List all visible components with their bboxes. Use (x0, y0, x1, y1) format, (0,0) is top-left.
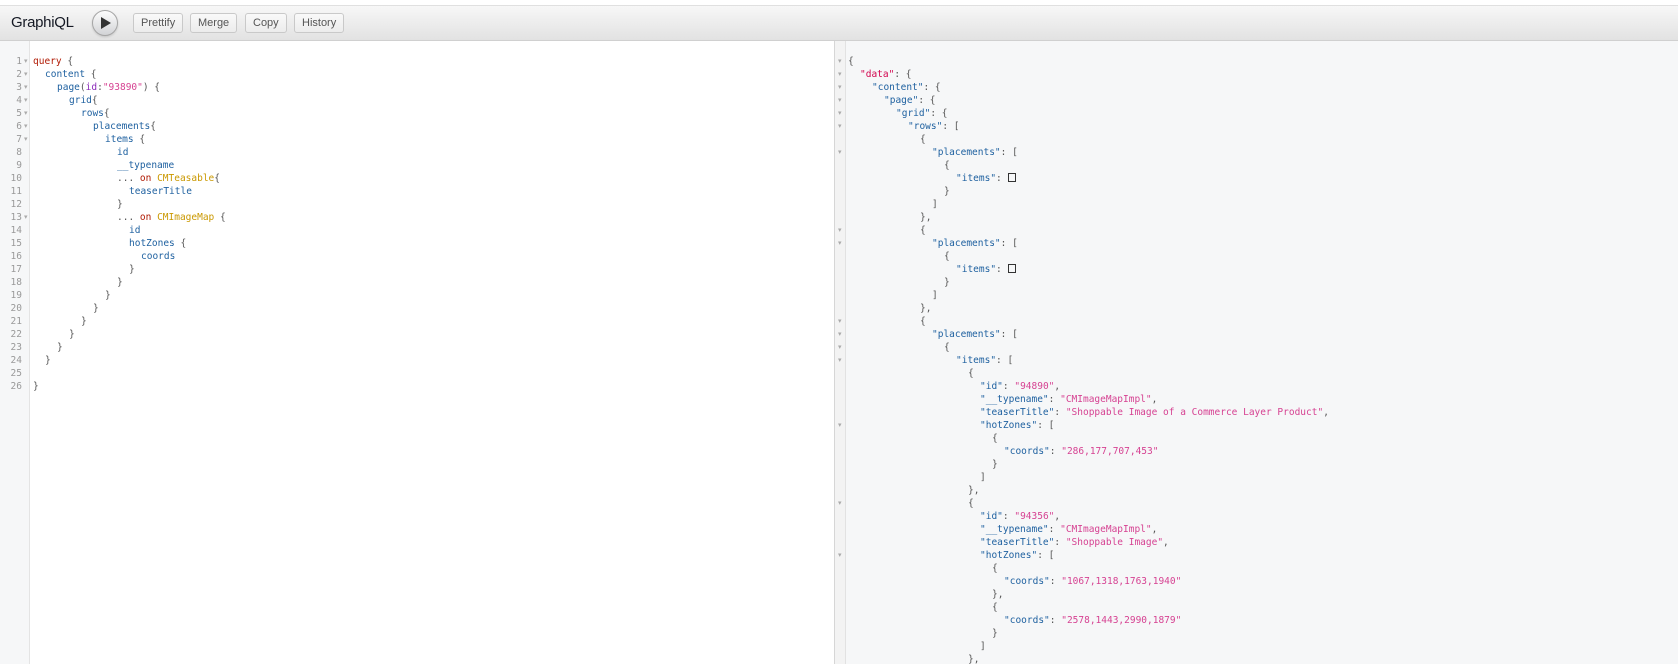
fold-arrow-icon[interactable]: ▾ (838, 341, 842, 354)
fold-arrow-icon[interactable]: ▾ (24, 81, 28, 94)
fold-arrow-icon[interactable]: ▾ (838, 419, 842, 432)
fold-arrow-icon[interactable]: ▾ (838, 237, 842, 250)
on-keyword: on (139, 173, 152, 184)
toolbar: GraphiQL Prettify Merge Copy History (0, 5, 1678, 41)
line-number: 12 (10, 199, 22, 210)
fold-arrow-icon[interactable]: ▾ (24, 107, 28, 120)
field-items: items (105, 134, 134, 145)
line-number: 3 (16, 82, 22, 93)
copy-button[interactable]: Copy (245, 13, 287, 33)
arg-id: id (85, 82, 98, 93)
fold-arrow-icon[interactable]: ▾ (838, 55, 842, 68)
fold-arrow-icon[interactable]: ▾ (838, 120, 842, 133)
line-number: 22 (10, 329, 22, 340)
on-keyword: on (139, 212, 152, 223)
fold-arrow-icon[interactable]: ▾ (24, 133, 28, 146)
fold-arrow-icon[interactable]: ▾ (838, 146, 842, 159)
line-number: 9 (16, 160, 22, 171)
line-number: 20 (10, 303, 22, 314)
line-number: 4 (16, 95, 22, 106)
prettify-button[interactable]: Prettify (133, 13, 184, 33)
result-viewer (846, 41, 1678, 664)
line-number: 18 (10, 277, 22, 288)
line-number: 8 (16, 147, 22, 158)
line-number: 15 (10, 238, 22, 249)
line-number: 13 (10, 212, 22, 223)
line-number: 10 (10, 173, 22, 184)
fold-arrow-icon[interactable]: ▾ (24, 94, 28, 107)
line-number: 5 (16, 108, 22, 119)
fold-arrow-icon[interactable]: ▾ (838, 107, 842, 120)
field-teasertitle: teaserTitle (129, 186, 192, 197)
fold-arrow-icon[interactable]: ▾ (838, 81, 842, 94)
fold-arrow-icon[interactable]: ▾ (838, 224, 842, 237)
field-id: id (117, 147, 129, 158)
fold-arrow-icon[interactable]: ▾ (24, 68, 28, 81)
merge-button[interactable]: Merge (190, 13, 238, 33)
fold-arrow-icon[interactable]: ▾ (838, 328, 842, 341)
fold-arrow-icon[interactable]: ▾ (24, 120, 28, 133)
field-typename: __typename (117, 160, 175, 171)
line-number: 23 (10, 342, 22, 353)
line-number: 26 (10, 381, 22, 392)
line-number: 25 (10, 368, 22, 379)
arg-id-value: "93890" (102, 82, 143, 93)
line-number: 14 (10, 225, 22, 236)
fold-arrow-icon[interactable]: ▾ (24, 55, 28, 68)
line-number: 11 (10, 186, 22, 197)
field-rows: rows (81, 108, 104, 119)
line-number: 16 (10, 251, 22, 262)
line-number: 7 (16, 134, 22, 145)
field-placements: placements (93, 121, 151, 132)
history-button[interactable]: History (294, 13, 345, 33)
line-number: 6 (16, 121, 22, 132)
app-title: GraphiQL (11, 14, 74, 31)
line-number: 19 (10, 290, 22, 301)
line-number: 17 (10, 264, 22, 275)
type-cmteasable: CMTeasable (157, 173, 215, 184)
type-cmimagemap: CMImageMap (157, 212, 215, 223)
line-number: 2 (16, 69, 22, 80)
fold-arrow-icon[interactable]: ▾ (838, 354, 842, 367)
execute-query-button[interactable] (92, 10, 118, 36)
query-keyword: query (33, 56, 62, 67)
line-number: 1 (16, 56, 22, 67)
fold-arrow-icon[interactable]: ▾ (24, 211, 28, 224)
play-icon (101, 17, 111, 29)
field-page: page (57, 82, 80, 93)
fold-arrow-icon[interactable]: ▾ (838, 68, 842, 81)
fold-arrow-icon[interactable]: ▾ (838, 549, 842, 562)
line-number: 24 (10, 355, 22, 366)
field-coords: coords (141, 251, 176, 262)
field-id: id (129, 225, 141, 236)
field-content: content (45, 69, 86, 80)
line-number: 21 (10, 316, 22, 327)
fold-arrow-icon[interactable]: ▾ (838, 497, 842, 510)
fold-arrow-icon[interactable]: ▾ (838, 94, 842, 107)
field-hotzones: hotZones (129, 238, 175, 249)
fold-arrow-icon[interactable]: ▾ (838, 315, 842, 328)
field-grid: grid (69, 95, 92, 106)
